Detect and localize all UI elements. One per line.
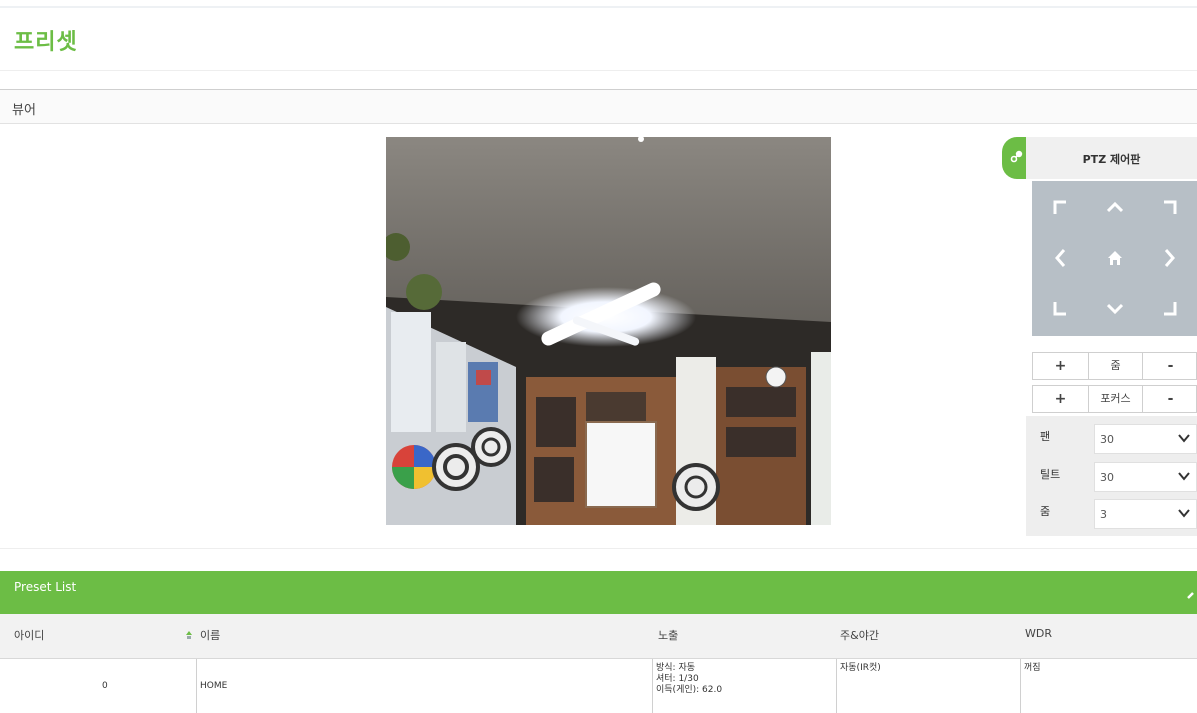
preset-name-cell: HOME [200, 681, 228, 691]
preset-wdr-cell: 꺼짐 [1024, 663, 1041, 673]
collapse-chevron-icon[interactable] [1187, 591, 1197, 599]
chevron-down-icon [1178, 509, 1190, 518]
preset-day-night-cell: 자동(IR컷) [840, 663, 881, 673]
ptz-direction-pad [1032, 181, 1197, 336]
ptz-speed-settings: 팬 30 틸트 30 줌 3 [1026, 416, 1197, 536]
column-divider [652, 659, 653, 713]
chevron-down-icon [1178, 472, 1190, 481]
column-header-exposure[interactable]: 노출 [658, 627, 678, 643]
pan-speed-value: 30 [1100, 433, 1114, 446]
preset-id-cell: 0 [102, 681, 108, 691]
corner-down-right-icon [1163, 301, 1176, 315]
corner-down-left-icon [1053, 301, 1066, 315]
pan-speed-select[interactable]: 30 [1094, 424, 1197, 454]
pan-speed-row: 팬 30 [1026, 420, 1197, 454]
joystick-icon [1010, 150, 1023, 163]
sort-ascending-icon[interactable] [185, 630, 193, 640]
column-header-id[interactable]: 아이디 [14, 627, 44, 643]
home-position-button[interactable] [1087, 232, 1142, 283]
column-divider [836, 659, 837, 713]
column-divider [196, 659, 197, 713]
tilt-speed-value: 30 [1100, 471, 1114, 484]
zoom-speed-select[interactable]: 3 [1094, 499, 1197, 529]
focus-far-button[interactable]: - [1143, 386, 1197, 412]
zoom-out-button[interactable]: - [1143, 353, 1197, 379]
chevron-up-icon [1106, 201, 1123, 212]
focus-near-button[interactable]: + [1033, 386, 1088, 412]
exposure-shutter: 셔터: 1/30 [656, 674, 699, 684]
tilt-up-button[interactable] [1087, 181, 1142, 232]
tilt-down-button[interactable] [1087, 283, 1142, 334]
preset-table-header: 아이디 이름 노출 주&야간 WDR [0, 614, 1197, 659]
viewer-section-label: 뷰어 [12, 103, 36, 118]
corner-up-left-icon [1053, 200, 1066, 214]
tilt-speed-select[interactable]: 30 [1094, 462, 1197, 492]
zoom-in-button[interactable]: + [1033, 353, 1088, 379]
pan-tilt-down-left-button[interactable] [1032, 283, 1087, 334]
home-icon [1107, 250, 1122, 265]
pan-left-button[interactable] [1032, 232, 1087, 283]
pan-tilt-up-right-button[interactable] [1142, 181, 1197, 232]
preset-list-header[interactable]: Preset List [0, 571, 1197, 614]
column-header-wdr[interactable]: WDR [1025, 627, 1052, 640]
preset-exposure-cell: 방식: 자동 셔터: 1/30 이득(게인): 62.0 [656, 663, 722, 696]
camera-live-view[interactable] [386, 137, 831, 525]
pan-tilt-up-left-button[interactable] [1032, 181, 1087, 232]
focus-label: 포커스 [1088, 386, 1143, 412]
chevron-left-icon [1054, 248, 1065, 267]
exposure-mode: 방식: 자동 [656, 663, 696, 673]
pan-speed-label: 팬 [1040, 430, 1051, 443]
table-row[interactable]: 0 HOME 방식: 자동 셔터: 1/30 이득(게인): 62.0 자동(I… [0, 659, 1197, 713]
chevron-down-icon [1178, 434, 1190, 443]
divider [0, 70, 1197, 71]
focus-control-row: + 포커스 - [1032, 385, 1197, 413]
ptz-panel-title: PTZ 제어판 [1082, 153, 1141, 166]
zoom-speed-label: 줌 [1040, 505, 1051, 518]
column-header-name[interactable]: 이름 [200, 627, 220, 643]
preset-list-title: Preset List [14, 580, 77, 594]
pan-right-button[interactable] [1142, 232, 1197, 283]
divider [0, 548, 1197, 549]
viewer-section-header: 뷰어 [0, 89, 1197, 124]
page-title: 프리셋 [14, 30, 78, 55]
top-border [0, 6, 1197, 8]
column-header-day-night[interactable]: 주&야간 [840, 627, 879, 643]
pan-tilt-down-right-button[interactable] [1142, 283, 1197, 334]
zoom-label: 줌 [1088, 353, 1143, 379]
chevron-right-icon [1164, 248, 1175, 267]
exposure-gain: 이득(게인): 62.0 [656, 685, 723, 695]
tilt-speed-row: 틸트 30 [1026, 458, 1197, 492]
zoom-speed-row: 줌 3 [1026, 495, 1197, 529]
chevron-down-icon [1106, 303, 1123, 314]
zoom-control-row: + 줌 - [1032, 352, 1197, 380]
column-divider [1020, 659, 1021, 713]
ptz-panel-header: PTZ 제어판 [1026, 137, 1197, 179]
corner-up-right-icon [1163, 200, 1176, 214]
zoom-speed-value: 3 [1100, 508, 1107, 521]
tilt-speed-label: 틸트 [1040, 468, 1061, 481]
